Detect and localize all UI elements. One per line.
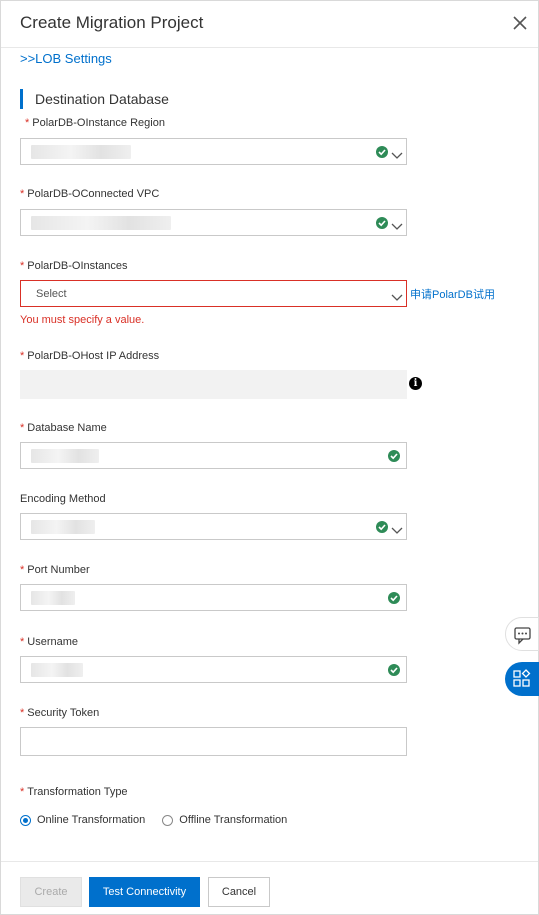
apps-icon[interactable] [505,662,539,696]
region-label: * PolarDB-OInstance Region [25,117,165,129]
port-number-input[interactable] [20,584,407,611]
token-label: * Security Token [20,707,100,719]
dialog-title: Create Migration Project [20,13,204,32]
port-label: * Port Number [20,564,90,576]
encoding-label: Encoding Method [20,493,106,505]
masked-value [31,216,171,230]
instances-select[interactable]: Select [20,280,407,307]
database-name-input[interactable] [20,442,407,469]
chat-icon[interactable] [505,617,539,651]
radio-unselected[interactable] [162,814,174,826]
instances-placeholder: Select [36,288,67,300]
offline-transformation-option[interactable]: Offline Transformation [162,814,287,826]
masked-value [31,520,95,534]
security-token-input[interactable] [20,727,407,756]
transform-radio-group: Online Transformation Offline Transforma… [20,814,301,826]
chevron-down-icon [391,522,403,534]
online-transformation-option[interactable]: Online Transformation [20,814,145,826]
required-mark: * [20,636,25,648]
masked-value [31,663,83,677]
instances-label: * PolarDB-OInstances [20,260,128,272]
transform-label: * Transformation Type [20,786,128,798]
chevron-down-icon [391,147,403,159]
close-icon[interactable] [508,11,532,35]
polardb-trial-link[interactable]: 申请PolarDB试用 [410,286,495,302]
check-circle-icon [376,217,388,229]
username-input[interactable] [20,656,407,683]
required-mark: * [20,707,25,719]
host-ip-field [20,370,407,399]
check-circle-icon [388,450,400,462]
dbname-label: * Database Name [20,422,107,434]
cancel-button[interactable]: Cancel [208,877,270,907]
check-circle-icon [376,146,388,158]
radio-selected[interactable] [20,814,31,826]
check-circle-icon [388,664,400,676]
chevron-down-icon [391,289,403,301]
instances-error: You must specify a value. [20,314,145,326]
required-mark: * [20,188,25,200]
region-select[interactable] [20,138,407,165]
required-mark: * [20,786,25,798]
dialog-header: Create Migration Project [1,1,538,48]
masked-value [31,145,131,159]
encoding-select[interactable] [20,513,407,540]
vpc-label: * PolarDB-OConnected VPC [20,188,160,200]
username-label: * Username [20,636,79,648]
check-circle-icon [388,592,400,604]
masked-value [31,449,99,463]
migration-dialog: Create Migration Project >>LOB Settings … [0,0,539,915]
section-title: Destination Database [20,89,169,109]
required-mark: * [20,564,25,576]
chevron-down-icon [391,218,403,230]
host-label: * PolarDB-OHost IP Address [20,350,160,362]
info-icon[interactable]: i [409,377,422,390]
required-mark: * [20,350,25,362]
required-mark: * [20,422,25,434]
required-mark: * [20,260,25,272]
check-circle-icon [376,521,388,533]
test-connectivity-button[interactable]: Test Connectivity [89,877,200,907]
required-mark: * [25,117,30,129]
create-button[interactable]: Create [20,877,82,907]
vpc-select[interactable] [20,209,407,236]
lob-settings-link[interactable]: >>LOB Settings [20,51,112,66]
masked-value [31,591,75,605]
